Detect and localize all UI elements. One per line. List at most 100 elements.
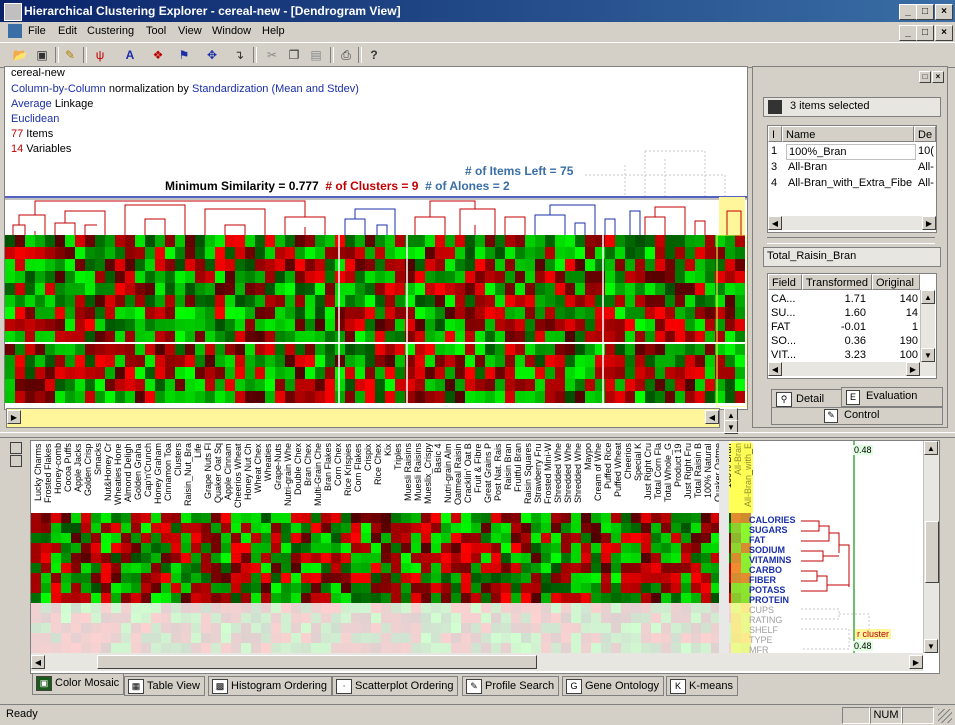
scroll-down-arrow[interactable]: ▼ [924, 639, 938, 653]
scroll-thumb[interactable] [97, 655, 537, 669]
save-icon[interactable]: ▣ [32, 46, 52, 64]
col-index-header[interactable]: I [768, 126, 782, 142]
cereal-label[interactable]: Quaker Oat Sq [213, 443, 223, 513]
menu-help[interactable]: Help [262, 25, 285, 37]
variable-label[interactable]: SUGARS [749, 525, 788, 535]
scroll-right-arrow[interactable]: ▶ [922, 216, 936, 230]
panel-splitter[interactable] [767, 237, 935, 244]
scroll-up-arrow[interactable]: ▲ [921, 290, 935, 304]
color-mosaic[interactable] [31, 513, 751, 657]
cereal-label[interactable]: Frosted Flakes [43, 443, 53, 513]
cereal-label[interactable]: Fruit & Fibre [473, 443, 483, 513]
cereal-label[interactable]: Cinnamon Toa [163, 443, 173, 513]
scroll-right-arrow[interactable]: ◀ [705, 410, 719, 424]
resize-grip[interactable] [938, 709, 952, 723]
cereal-label[interactable]: Grape Nuts Fl [203, 443, 213, 513]
menu-view[interactable]: View [178, 25, 202, 37]
cereal-label[interactable]: Kix [383, 443, 393, 513]
variable-label[interactable]: VITAMINS [749, 555, 791, 565]
cereal-label[interactable]: Bran Chex [303, 443, 313, 513]
cereal-label[interactable]: Golden Graha [133, 443, 143, 513]
cereal-label[interactable]: Cocoa Puffs [63, 443, 73, 513]
menu-edit[interactable]: Edit [58, 25, 77, 37]
cereal-label[interactable]: Double Chex [293, 443, 303, 513]
cereal-label[interactable]: Puffed Rice [603, 443, 613, 513]
mosaic-vertical-scrollbar[interactable]: ▲ ▼ [923, 441, 939, 653]
scroll-down-arrow[interactable]: ▼ [921, 348, 935, 362]
cluster-icon[interactable]: ψ [90, 46, 110, 64]
cereal-label[interactable]: Nutri-grain Whe [283, 443, 293, 513]
select-icon[interactable]: ❖ [148, 46, 168, 64]
tab-profile-search[interactable]: ✎ Profile Search [462, 676, 560, 696]
open-icon[interactable]: 📂 [10, 46, 30, 64]
cereal-label[interactable]: Rice Chex [373, 443, 383, 513]
dendrogram-tree[interactable] [5, 145, 747, 237]
panel-restore-button[interactable]: □ [919, 71, 931, 83]
variable-label[interactable]: CALORIES [749, 515, 796, 525]
scroll-left-arrow[interactable]: ◀ [768, 216, 782, 230]
tab-evaluation[interactable]: E Evaluation [841, 387, 943, 407]
tab-scatterplot-ordering[interactable]: ⋅ Scatterplot Ordering [332, 676, 459, 696]
variable-label-dim[interactable]: RATING [749, 615, 782, 625]
scroll-left-arrow[interactable]: ◀ [31, 655, 45, 669]
cereal-label[interactable]: Shredded Whe [573, 443, 583, 513]
cereal-label[interactable]: Total Whole_G [663, 443, 673, 513]
cereal-label[interactable]: Cap'n'Crunch [143, 443, 153, 513]
cereal-label[interactable]: Wheat Chex [253, 443, 263, 513]
edit-icon[interactable]: ✎ [60, 46, 80, 64]
scroll-left-arrow[interactable]: ▶ [7, 410, 21, 424]
tab-gene-ontology[interactable]: G Gene Ontology [562, 676, 664, 696]
pointer-icon[interactable]: ↴ [229, 46, 249, 64]
variable-label[interactable]: FAT [749, 535, 765, 545]
paste-icon[interactable]: ▤ [306, 46, 326, 64]
dendrogram-horizontal-scrollbar[interactable]: ▶ ◀ [6, 408, 720, 428]
cereal-label[interactable]: Raisin_Nut_Bra [183, 443, 193, 513]
variable-label[interactable]: PROTEIN [749, 595, 789, 605]
cereal-label[interactable]: Clusters [173, 443, 183, 513]
cereal-label[interactable]: Triples [393, 443, 403, 513]
cereal-label[interactable]: Wheaties Hone [113, 443, 123, 513]
cereal-label[interactable]: Total Raisin B [693, 443, 703, 513]
cereal-label[interactable]: Just Right Cru [643, 443, 653, 513]
variable-label-dim[interactable]: SHELF [749, 625, 778, 635]
tab-color-mosaic[interactable]: ▣ Color Mosaic [32, 674, 125, 695]
scroll-right-arrow[interactable]: ▶ [909, 655, 923, 669]
menu-window[interactable]: Window [212, 25, 251, 37]
items-horizontal-scrollbar[interactable]: ◀ ▶ [768, 216, 936, 230]
help-icon[interactable]: ? [364, 46, 384, 64]
cereal-label[interactable]: Rice Krispies [343, 443, 353, 513]
cereal-label[interactable]: Special K [633, 443, 643, 513]
scroll-right-arrow[interactable]: ▶ [906, 362, 920, 376]
menu-clustering[interactable]: Custering [87, 25, 134, 37]
cereal-label[interactable]: Fruitful Bran [513, 443, 523, 513]
tab-detail[interactable]: ⚲ Detail [771, 389, 843, 408]
cereal-label[interactable]: Oatmeal Raisin [453, 443, 463, 513]
selected-column-highlight[interactable] [731, 441, 751, 653]
tab-histogram-ordering[interactable]: ▩ Histogram Ordering [208, 676, 332, 696]
cereal-label[interactable]: Cheerios [623, 443, 633, 513]
cereal-label[interactable]: Total Corn Fla [653, 443, 663, 513]
cereal-label[interactable]: Just Right Fru [683, 443, 693, 513]
scroll-up-arrow[interactable]: ▲ [924, 441, 938, 455]
cereal-label[interactable]: Bran Flakes [323, 443, 333, 513]
mdi-restore-button[interactable]: □ [916, 25, 934, 41]
cereal-label[interactable]: Raisin Bran [503, 443, 513, 513]
cereal-label[interactable]: Maypo [583, 443, 593, 513]
copy-icon[interactable]: ❐ [284, 46, 304, 64]
cereal-label[interactable]: Apple Cinnam [223, 443, 233, 513]
bottom-panel-pin-button[interactable] [10, 455, 22, 467]
row-name[interactable]: All-Bran_with_Extra_Fiber [788, 176, 912, 190]
variable-label-dim[interactable]: CUPS [749, 605, 774, 615]
dendrogram-panel[interactable]: cereal-new Column-by-Column normalizatio… [4, 66, 748, 410]
cereal-label[interactable]: Corn Chex [333, 443, 343, 513]
col-field-header[interactable]: Field [768, 274, 802, 290]
cereal-label[interactable]: Great Grains P [483, 443, 493, 513]
cereal-label[interactable]: Honey Graham [153, 443, 163, 513]
cereal-label[interactable]: 100% Natural [703, 443, 713, 513]
cereal-label[interactable]: Product 19 [673, 443, 683, 513]
detail-vertical-scrollbar[interactable]: ▲ ▼ [920, 290, 935, 362]
cereal-label[interactable]: Muesli Raisins [413, 443, 423, 513]
text-icon[interactable]: A [120, 46, 140, 64]
cereal-label[interactable]: Wheaties [263, 443, 273, 513]
tab-table-view[interactable]: ▦ Table View [124, 676, 205, 696]
